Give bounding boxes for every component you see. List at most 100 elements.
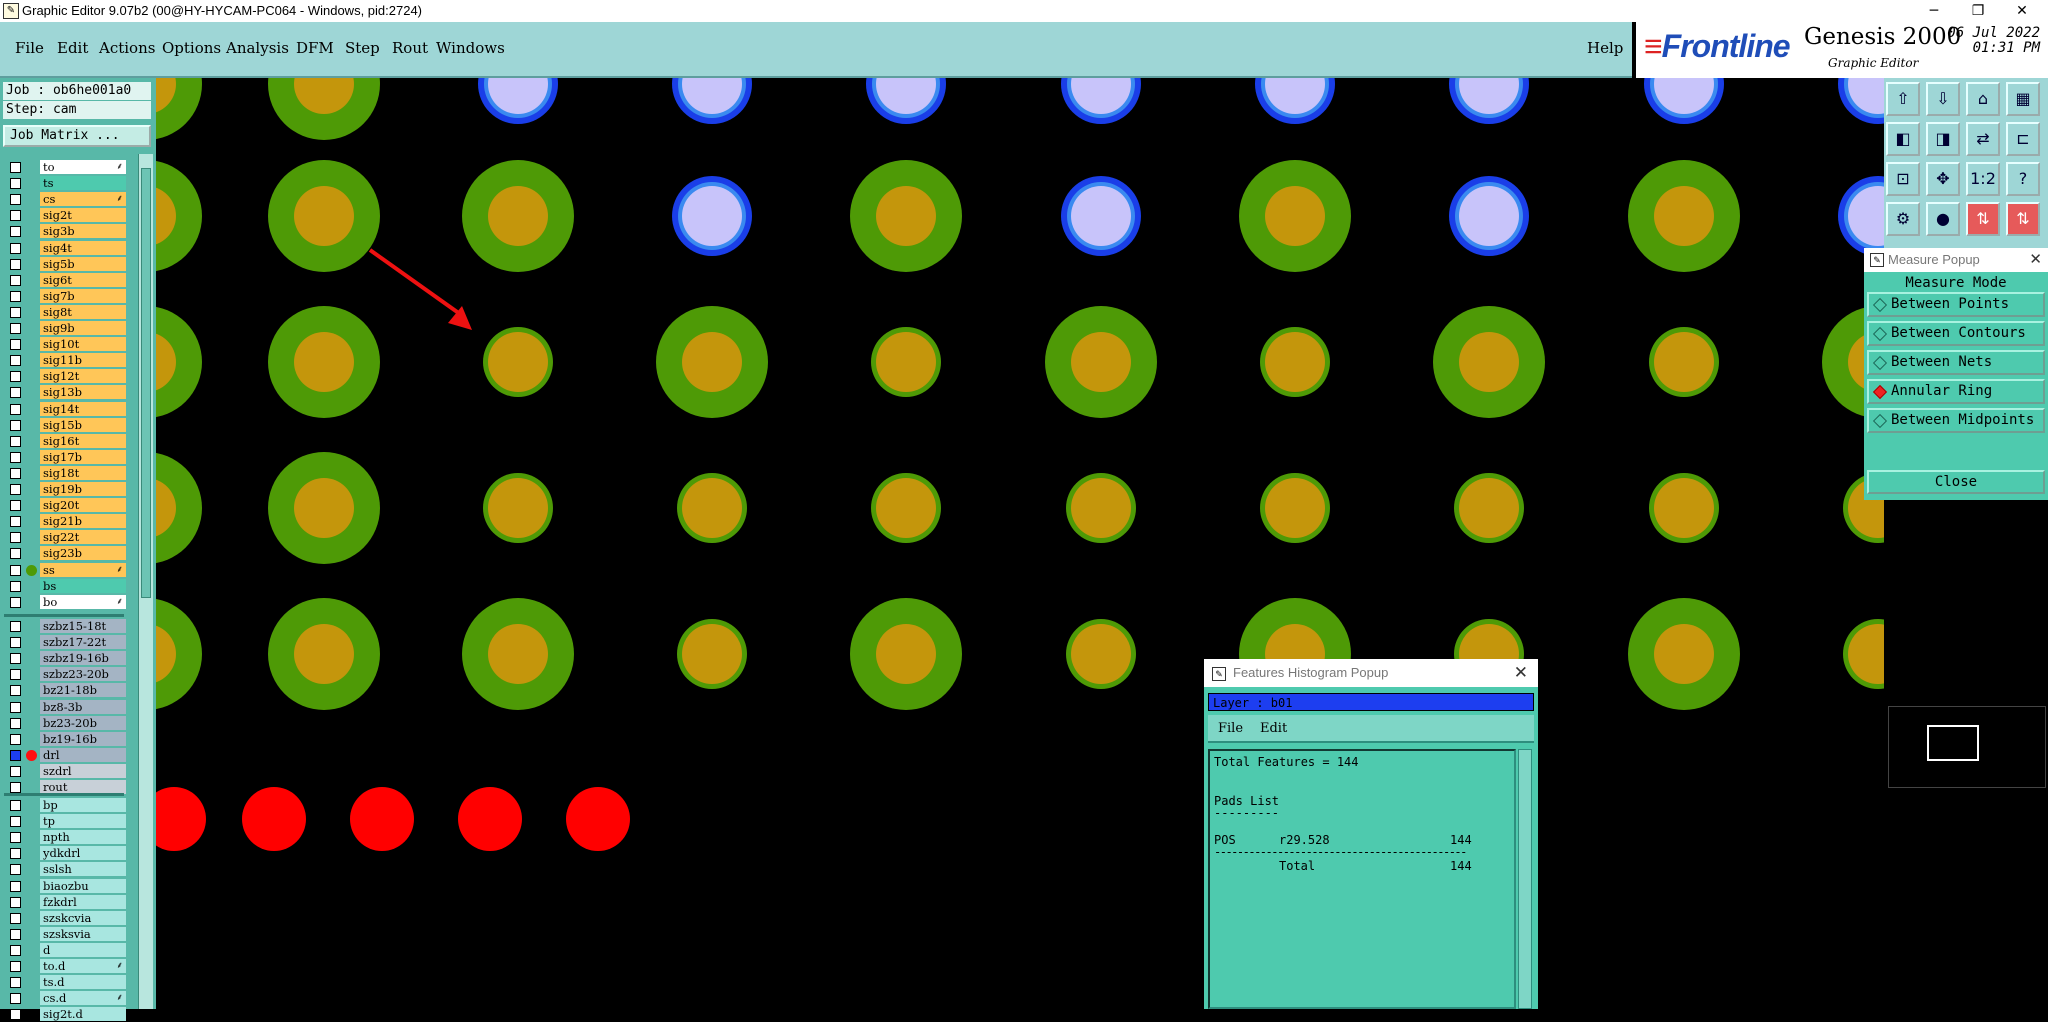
layer-checkbox[interactable]	[10, 339, 21, 351]
layer-row-sig8t[interactable]: sig8t	[4, 304, 126, 320]
layer-row-npth[interactable]: npth	[4, 830, 126, 845]
measure-close-button[interactable]: Close	[1867, 470, 2045, 494]
overview-map[interactable]	[1888, 706, 2046, 788]
layer-checkbox[interactable]	[10, 944, 21, 956]
menu-step[interactable]: Step	[345, 39, 380, 57]
layer-checkbox[interactable]	[10, 961, 21, 972]
close-icon[interactable]: ✕	[2000, 0, 2044, 22]
layer-checkbox[interactable]	[10, 912, 21, 924]
layer-row-szdrl[interactable]: szdrl	[4, 763, 126, 779]
layer-row-bo[interactable]: bo ⸙	[4, 594, 126, 610]
layer-checkbox[interactable]	[10, 484, 21, 495]
layer-checkbox[interactable]	[10, 178, 21, 190]
layer-row-sig12t[interactable]: sig12t	[4, 369, 126, 384]
layer-checkbox[interactable]	[10, 323, 21, 334]
layer-row-bz8-3b[interactable]: bz8-3b	[4, 699, 126, 715]
layer-checkbox[interactable]	[10, 548, 21, 560]
menu-rout[interactable]: Rout	[392, 39, 428, 57]
layer-row-sig16t[interactable]: sig16t	[4, 433, 126, 449]
layer-row-bz23-20b[interactable]: bz23-20b	[4, 715, 126, 731]
layer-checkbox[interactable]	[10, 451, 21, 463]
tool-home-icon[interactable]: ⌂	[1966, 82, 2000, 116]
menu-help[interactable]: Help	[1587, 39, 1623, 57]
layer-row-cs[interactable]: cs ⸙	[4, 192, 126, 207]
menu-edit[interactable]: Edit	[57, 39, 88, 57]
scroll-thumb[interactable]	[141, 168, 151, 598]
layer-checkbox[interactable]	[10, 242, 21, 254]
tool-center-icon[interactable]: ✥	[1926, 162, 1960, 196]
layer-row-szbz17-22t[interactable]: szbz17-22t	[4, 635, 126, 650]
layer-row-szsksvia[interactable]: szsksvia	[4, 926, 126, 942]
layer-checkbox[interactable]	[10, 162, 21, 173]
option-between-contours[interactable]: Between Contours	[1867, 321, 2045, 346]
layer-checkbox[interactable]	[10, 500, 21, 512]
layer-checkbox[interactable]	[10, 532, 21, 544]
layer-row-fzkdrl[interactable]: fzkdrl	[4, 894, 126, 910]
job-matrix-button[interactable]: Job Matrix ...	[3, 125, 151, 147]
overview-viewport[interactable]	[1927, 725, 1979, 761]
layer-row-sig10t[interactable]: sig10t	[4, 337, 126, 352]
layer-checkbox[interactable]	[10, 435, 21, 447]
layer-checkbox[interactable]	[10, 387, 21, 399]
layer-row-szbz19-16b[interactable]: szbz19-16b	[4, 651, 126, 666]
layer-checkbox[interactable]	[10, 419, 21, 431]
layer-checkbox[interactable]	[10, 896, 21, 908]
layer-checkbox[interactable]	[10, 210, 21, 222]
menu-windows[interactable]: Windows	[436, 39, 505, 57]
layer-checkbox[interactable]	[10, 832, 21, 844]
tool-measure-icon[interactable]: ⇅	[1966, 202, 2000, 236]
layer-checkbox[interactable]	[10, 306, 21, 318]
layer-checkbox[interactable]	[10, 637, 21, 649]
layer-checkbox[interactable]	[10, 580, 21, 592]
layer-checkbox[interactable]	[10, 800, 21, 811]
option-between-points[interactable]: Between Points	[1867, 292, 2045, 317]
menu-dfm[interactable]: DFM	[296, 39, 334, 57]
tool-scale-icon[interactable]: 1:2	[1966, 162, 2000, 196]
layer-row-ss[interactable]: ss ⸙	[4, 562, 126, 578]
layer-row-ts[interactable]: ts	[4, 176, 126, 191]
layer-checkbox[interactable]	[10, 653, 21, 665]
close-icon[interactable]: ✕	[2029, 248, 2042, 272]
tool-probe-icon[interactable]: ●	[1926, 202, 1960, 236]
layer-row-sig7b[interactable]: sig7b	[4, 288, 126, 304]
layer-checkbox[interactable]	[10, 977, 21, 989]
tool-help-icon[interactable]: ?	[2006, 162, 2040, 196]
layer-checkbox[interactable]	[10, 701, 21, 713]
layer-checkbox[interactable]	[10, 928, 21, 940]
layer-checkbox[interactable]	[10, 816, 21, 828]
layer-row-bz19-16b[interactable]: bz19-16b	[4, 731, 126, 747]
layer-row-sslsh[interactable]: sslsh	[4, 862, 126, 877]
option-annular-ring[interactable]: Annular Ring	[1867, 379, 2045, 404]
layer-row-sig18t[interactable]: sig18t	[4, 465, 126, 481]
layer-checkbox[interactable]	[10, 226, 21, 238]
layer-row-sig22t[interactable]: sig22t	[4, 530, 126, 545]
layer-checkbox[interactable]	[10, 765, 21, 777]
layer-row-sig4t[interactable]: sig4t	[4, 240, 126, 256]
layer-checkbox[interactable]	[10, 258, 21, 270]
layer-row-sig9b[interactable]: sig9b	[4, 321, 126, 336]
layer-checkbox[interactable]	[10, 1009, 21, 1021]
tool-swap-icon[interactable]: ⇄	[1966, 122, 2000, 156]
option-between-midpoints[interactable]: Between Midpoints	[1867, 408, 2045, 433]
layer-checkbox[interactable]	[10, 621, 21, 632]
layer-row-sig19b[interactable]: sig19b	[4, 482, 126, 497]
minimize-icon[interactable]: ─	[1912, 0, 1956, 22]
layer-checkbox[interactable]	[10, 685, 21, 697]
layer-row-sig2t[interactable]: sig2t	[4, 208, 126, 223]
layer-row-szskcvia[interactable]: szskcvia	[4, 910, 126, 926]
histogram-scrollbar[interactable]	[1518, 749, 1532, 1009]
layer-checkbox[interactable]	[10, 717, 21, 729]
layer-row-sig21b[interactable]: sig21b	[4, 514, 126, 529]
layer-checkbox[interactable]	[10, 403, 21, 415]
layer-row-sig2t.d[interactable]: sig2t.d	[4, 1007, 126, 1022]
layer-checkbox[interactable]	[10, 848, 21, 860]
layer-row-sig14t[interactable]: sig14t	[4, 401, 126, 417]
tool-zoom-home-icon[interactable]: ⇧	[1886, 82, 1920, 116]
layer-scrollbar[interactable]	[138, 154, 153, 1009]
layer-row-biaozbu[interactable]: biaozbu	[4, 878, 126, 894]
layer-checkbox[interactable]	[10, 290, 21, 302]
layer-row-drl[interactable]: drl	[4, 747, 126, 763]
layer-checkbox[interactable]	[10, 782, 21, 793]
layer-row-sig20t[interactable]: sig20t	[4, 498, 126, 513]
layer-checkbox[interactable]	[10, 864, 21, 876]
